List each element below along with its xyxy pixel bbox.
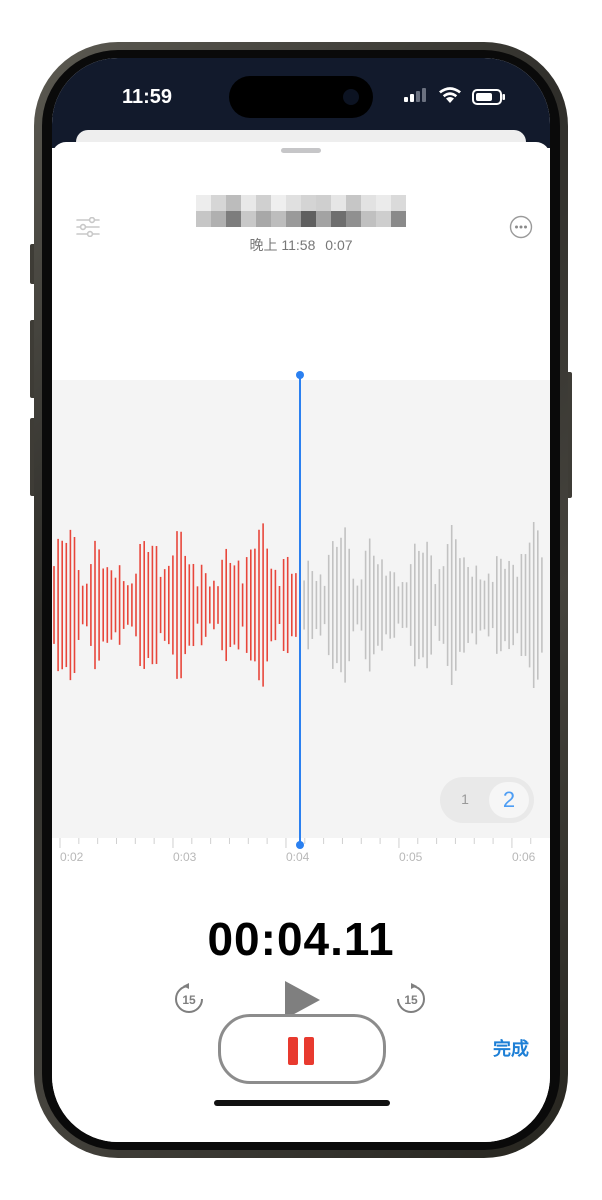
time-ruler: 0:02 0:03 0:04 0:05 0:06: [52, 838, 550, 878]
recording-date: 晚上 11:58: [249, 237, 316, 253]
tick-label: 0:06: [512, 850, 536, 864]
playhead[interactable]: [299, 375, 301, 845]
tick-label: 0:05: [399, 850, 423, 864]
speed-option-2[interactable]: 2: [489, 782, 529, 818]
skip-forward-button[interactable]: 15: [394, 982, 428, 1021]
waveform[interactable]: [52, 380, 550, 838]
recording-sheet: 晚上 11:58 0:07 1 2 0:02 0:03 0:04 0:05 0:…: [52, 142, 550, 1142]
speed-option-1[interactable]: 1: [452, 786, 478, 812]
recording-duration: 0:07: [325, 237, 353, 253]
skip-back-label: 15: [182, 993, 196, 1007]
skip-back-15-icon: 15: [175, 983, 203, 1013]
dynamic-island: [229, 76, 373, 118]
pause-record-button[interactable]: [218, 1014, 386, 1084]
tick-label: 0:03: [173, 850, 197, 864]
camera-icon: [343, 89, 359, 105]
status-bar: 11:59: [52, 58, 550, 170]
tick-label: 0:02: [60, 850, 84, 864]
battery-icon: [472, 89, 505, 105]
skip-forward-label: 15: [404, 993, 418, 1007]
playhead-handle-top[interactable]: [296, 371, 304, 379]
tick-label: 0:04: [286, 850, 310, 864]
screen: 11:59 晚上 11:58 0:07 1 2 0:02 0:03 0:04 0…: [52, 58, 550, 1142]
skip-forward-15-icon: 15: [397, 983, 425, 1013]
ruler-ticks: [59, 838, 532, 848]
cellular-signal-icon: [404, 88, 426, 102]
elapsed-time: 00:04.11: [207, 913, 395, 965]
home-indicator: [214, 1100, 390, 1106]
waveform-area[interactable]: [52, 380, 550, 838]
skip-back-button[interactable]: 15: [172, 982, 206, 1021]
wifi-icon: [439, 87, 461, 103]
filter-icon[interactable]: [76, 217, 100, 237]
done-button[interactable]: 完成: [493, 1035, 529, 1061]
recording-title-redacted[interactable]: [196, 195, 406, 227]
recording-meta: 晚上 11:58 0:07: [52, 235, 550, 255]
sheet-grabber[interactable]: [281, 148, 321, 153]
status-time: 11:59: [122, 86, 173, 108]
